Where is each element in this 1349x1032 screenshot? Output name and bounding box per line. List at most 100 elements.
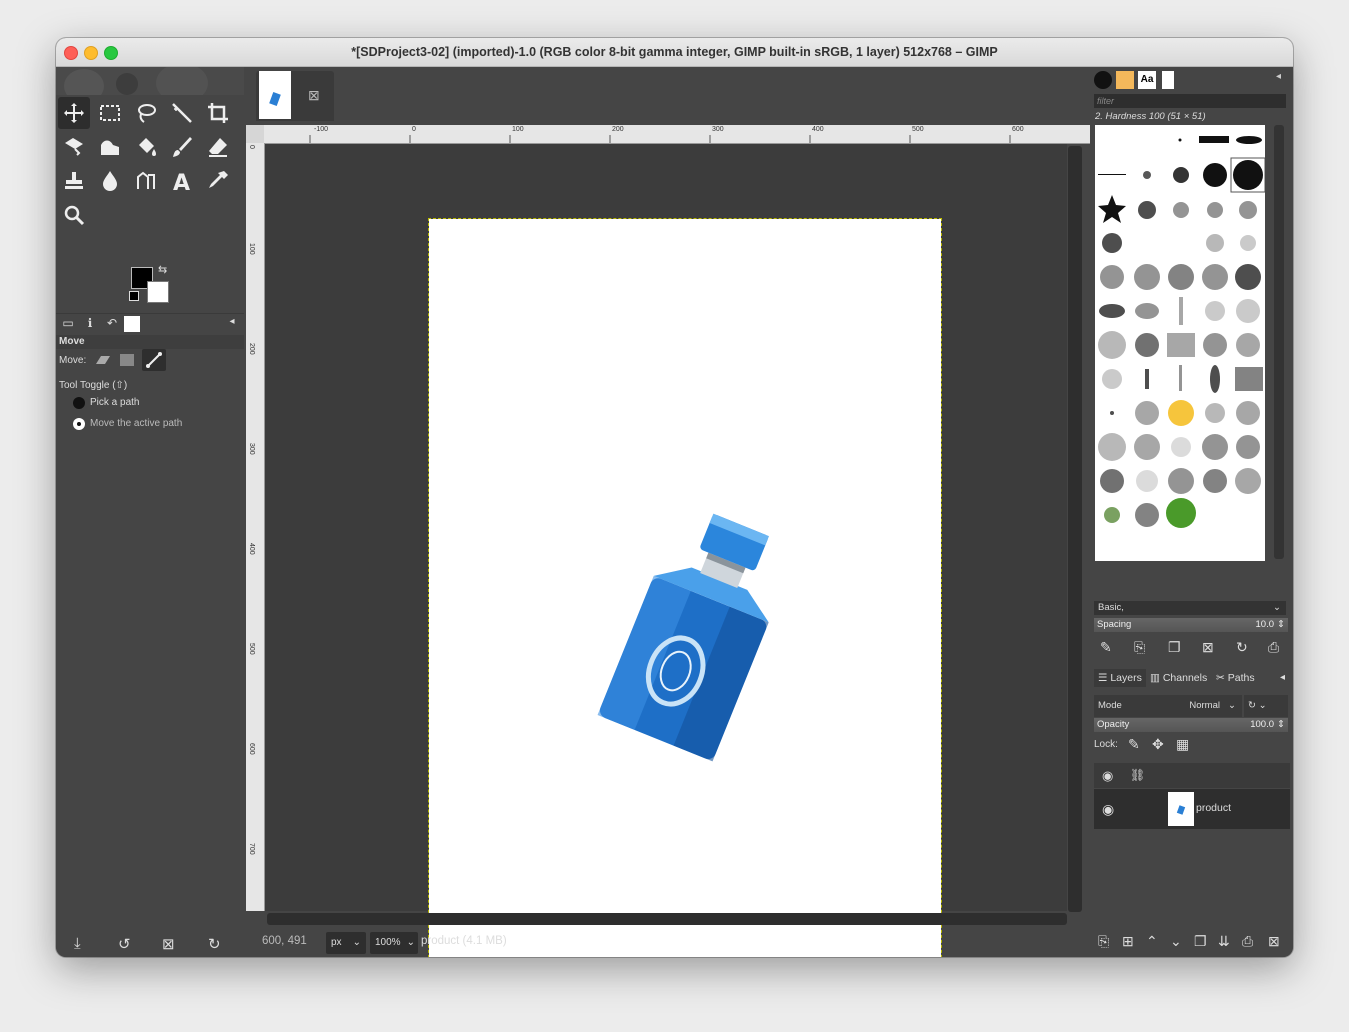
image-canvas[interactable] (428, 218, 942, 957)
crop-tool-icon[interactable] (202, 97, 234, 129)
refresh-brushes-icon[interactable]: ↻ (1236, 639, 1248, 656)
reset-options-icon[interactable]: ↻ (208, 935, 221, 953)
opacity-spinner[interactable]: Opacity 100.0 ⇕ (1094, 718, 1288, 732)
horizontal-scrollbar[interactable] (267, 913, 1067, 925)
new-layer-group-icon[interactable]: ⊞ (1122, 933, 1134, 950)
configure-layers-dock-icon[interactable]: ◂ (1280, 669, 1285, 687)
zoom-select[interactable]: 100% ⌄ (370, 932, 418, 954)
paths-tool-icon[interactable] (130, 165, 162, 197)
canvas-viewport[interactable] (265, 144, 1067, 957)
delete-layer-icon[interactable]: ⊠ (1268, 933, 1280, 950)
lock-label: Lock: (1094, 739, 1118, 750)
text-tool-icon[interactable]: A (166, 165, 198, 197)
selected-brush-name: 2. Hardness 100 (51 × 51) (1095, 111, 1206, 122)
lock-position-icon[interactable]: ✥ (1152, 736, 1164, 753)
layers-dock-tabs: ☰ Layers ▥ Channels ✂ Paths ◂ (1092, 667, 1293, 689)
warp-transform-tool-icon[interactable] (94, 131, 126, 163)
bucket-fill-tool-icon[interactable] (130, 131, 162, 163)
zoom-tool-icon[interactable] (58, 199, 90, 231)
pick-path-label: Pick a path (90, 397, 140, 408)
background-color-swatch[interactable] (147, 281, 169, 303)
move-path-mode-icon[interactable] (142, 349, 166, 371)
layer-row[interactable]: ◉ product (1094, 789, 1290, 829)
perfume-bottle-image (597, 513, 770, 762)
layer-visibility-icon[interactable]: ◉ (1102, 801, 1114, 818)
brush-actions: ✎ ⎘ ❐ ⊠ ↻ ⎙ (1092, 639, 1293, 659)
right-dock: Aa ◂ filter 2. Hardness 100 (51 × 51) Ba… (1092, 67, 1293, 957)
brush-grid[interactable] (1095, 125, 1265, 561)
delete-options-icon[interactable]: ⊠ (162, 935, 175, 953)
chevron-down-icon: ⌄ (1258, 700, 1267, 711)
document-history-tab-icon[interactable] (1162, 71, 1174, 89)
tab-layers[interactable]: ☰ Layers (1094, 669, 1146, 687)
brush-filter-input[interactable]: filter (1094, 94, 1286, 108)
delete-brush-icon[interactable]: ⊠ (1202, 639, 1214, 656)
images-tab-icon[interactable] (124, 316, 140, 332)
duplicate-layer-icon[interactable]: ❐ (1194, 933, 1207, 950)
tool-options-tab-icon[interactable]: ▭ (58, 316, 78, 332)
ruler-corner-button[interactable] (246, 125, 264, 143)
spacing-spinner[interactable]: Spacing 10.0 ⇕ (1094, 618, 1288, 632)
window-title: *[SDProject3-02] (imported)-1.0 (RGB col… (351, 45, 998, 59)
default-colors-icon[interactable] (129, 291, 139, 301)
configure-dock-icon[interactable]: ◂ (1276, 71, 1293, 89)
move-tool-icon[interactable] (58, 97, 90, 129)
status-bar: 600, 491 px ⌄ 100% ⌄ product (4.1 MB) (246, 929, 1090, 957)
brush-grid-scrollbar[interactable] (1274, 125, 1284, 559)
composite-mode-icon: ↻ (1248, 700, 1256, 711)
fuzzy-select-tool-icon[interactable] (166, 97, 198, 129)
visibility-header-icon: ◉ (1102, 768, 1114, 783)
color-picker-tool-icon[interactable] (202, 165, 234, 197)
pick-path-radio[interactable] (73, 397, 85, 409)
unit-select[interactable]: px ⌄ (326, 932, 366, 954)
raise-layer-icon[interactable]: ⌃ (1146, 933, 1158, 950)
brushes-tab-icon[interactable] (1094, 71, 1112, 89)
patterns-tab-icon[interactable] (1116, 71, 1134, 89)
image-tab-thumbnail (259, 71, 291, 119)
layer-mask-icon[interactable]: ⎙ (1242, 933, 1253, 950)
layer-name[interactable]: product (1196, 802, 1231, 814)
fonts-tab-icon[interactable]: Aa (1138, 71, 1156, 89)
lock-pixels-icon[interactable]: ✎ (1128, 736, 1140, 753)
brush-preset-select[interactable]: Basic, ⌄ (1094, 601, 1286, 615)
open-brush-icon[interactable]: ⎙ (1268, 639, 1279, 656)
lock-alpha-icon[interactable]: ▦ (1176, 736, 1189, 753)
undo-history-tab-icon[interactable]: ↶ (102, 316, 122, 332)
save-options-icon[interactable]: ⤓ (74, 935, 81, 952)
rect-select-tool-icon[interactable] (94, 97, 126, 129)
configure-tab-icon[interactable]: ◂ (222, 316, 242, 332)
new-layer-icon[interactable]: ⎘ (1098, 933, 1109, 950)
tab-channels[interactable]: ▥ Channels (1150, 669, 1207, 687)
lasso-tool-icon[interactable] (130, 97, 162, 129)
move-active-path-radio[interactable] (73, 418, 85, 430)
mode-value: Normal (1189, 700, 1220, 711)
close-image-tab-icon[interactable]: ⊠ (308, 87, 320, 104)
device-status-tab-icon[interactable]: ℹ (80, 316, 100, 332)
chevron-down-icon: ⌄ (352, 937, 361, 948)
swap-colors-icon[interactable]: ⇆ (158, 263, 167, 276)
merge-layer-icon[interactable]: ⇊ (1218, 933, 1230, 950)
gimp-window: *[SDProject3-02] (imported)-1.0 (RGB col… (56, 38, 1293, 957)
eraser-tool-icon[interactable] (202, 131, 234, 163)
channels-icon: ▥ (1150, 672, 1160, 684)
vertical-ruler[interactable]: 0 100 200 300 400 500 600 700 (246, 143, 265, 911)
move-layer-mode-icon[interactable] (94, 352, 112, 368)
restore-options-icon[interactable]: ↺ (118, 935, 131, 953)
duplicate-brush-icon[interactable]: ❐ (1168, 639, 1181, 656)
clone-tool-icon[interactable] (58, 165, 90, 197)
smudge-tool-icon[interactable] (94, 165, 126, 197)
tab-paths[interactable]: ✂ Paths (1216, 669, 1255, 687)
composite-mode-select[interactable]: ↻ ⌄ (1244, 695, 1288, 717)
horizontal-ruler[interactable]: -100 0 100 200 300 400 500 600 (264, 125, 1090, 144)
lower-layer-icon[interactable]: ⌄ (1170, 933, 1182, 950)
paintbrush-tool-icon[interactable] (166, 131, 198, 163)
new-brush-icon[interactable]: ⎘ (1134, 639, 1145, 656)
move-selection-mode-icon[interactable] (118, 352, 136, 368)
layer-mode-select[interactable]: Mode Normal ⌄ (1094, 695, 1242, 717)
transform-tool-icon[interactable] (58, 131, 90, 163)
vertical-scrollbar[interactable] (1068, 146, 1082, 912)
image-tab[interactable]: ⊠ (256, 71, 334, 121)
edit-brush-icon[interactable]: ✎ (1100, 639, 1112, 656)
chevron-down-icon: ⌄ (1273, 602, 1281, 613)
layer-list-header: ◉ ⛓ (1094, 763, 1290, 788)
